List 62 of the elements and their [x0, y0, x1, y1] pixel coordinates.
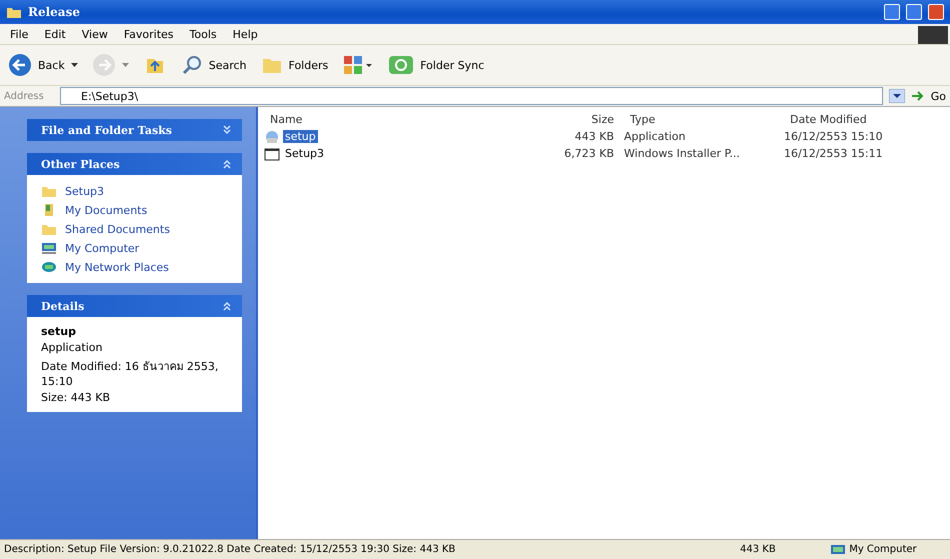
menu-item[interactable]: Favorites	[124, 28, 174, 40]
status-zone: My Computer	[848, 544, 918, 555]
place-link[interactable]: My Computer	[41, 240, 228, 256]
views-button[interactable]	[342, 54, 374, 76]
status-description: Description: Setup File Version: 9.0.21022.8 Date Created: 15/12/2553 19:30 Size: 443 KB	[4, 544, 456, 555]
installer-icon	[264, 146, 280, 162]
column-header[interactable]: Size	[504, 113, 614, 126]
table-cell-text: 6,723 KB	[563, 147, 614, 160]
forward-icon	[92, 53, 116, 77]
dropdown-arrow-icon[interactable]	[888, 89, 905, 103]
menu-item[interactable]: File	[10, 28, 28, 40]
go-button[interactable]: Go	[910, 90, 946, 102]
place-link[interactable]: Setup3	[41, 183, 228, 199]
table-cell-text: 16/12/2553 15:11	[784, 147, 884, 160]
dropdown-arrow-icon	[70, 63, 78, 67]
back-icon	[8, 53, 32, 77]
dropdown-arrow-icon	[122, 63, 129, 67]
panel-header[interactable]: Other Places	[27, 153, 242, 175]
chevron-icon	[222, 301, 232, 311]
table-cell-text: 443 KB	[574, 130, 614, 143]
application-icon	[264, 128, 280, 144]
file-name[interactable]: setup	[283, 130, 318, 143]
computer-icon	[830, 544, 846, 556]
menu-item[interactable]: Edit	[44, 28, 66, 40]
place-link[interactable]: My Network Places	[41, 259, 228, 275]
sync-button[interactable]: Folder Sync	[388, 54, 484, 76]
file-name[interactable]: Setup3	[283, 147, 326, 160]
table-cell-text: Windows Installer P...	[624, 147, 741, 160]
status-size: 443 KB	[740, 544, 777, 555]
sync-icon	[388, 54, 414, 76]
detail-name: setup	[41, 325, 77, 338]
views-icon	[342, 54, 374, 76]
minimize-button[interactable]	[884, 4, 900, 20]
panel-header[interactable]: File and Folder Tasks	[27, 119, 242, 141]
menu-item[interactable]: Tools	[190, 28, 217, 40]
detail-date: Date Modified: 16 ธันวาคม 2553, 15:10	[41, 359, 220, 388]
close-button[interactable]	[928, 4, 944, 20]
menu-item[interactable]: Help	[232, 28, 258, 40]
maximize-button[interactable]	[906, 4, 922, 20]
detail-size: Size: 443 KB	[41, 391, 112, 404]
table-cell-text: 16/12/2553 15:10	[784, 130, 884, 143]
folders-button[interactable]: Folders	[260, 54, 328, 76]
computer-icon	[41, 240, 57, 256]
address-label: Address	[4, 90, 45, 102]
window-title: Release	[28, 5, 81, 19]
column-header[interactable]: Date Modified	[784, 113, 944, 126]
panel-header[interactable]: Details	[27, 295, 242, 317]
detail-type: Application	[41, 341, 104, 354]
table-cell-text: Application	[624, 130, 686, 143]
search-button[interactable]: Search	[180, 54, 247, 76]
back-button[interactable]: Back	[8, 53, 78, 77]
chevron-icon	[222, 159, 232, 169]
network-icon	[41, 259, 57, 275]
menu-item[interactable]: View	[82, 28, 108, 40]
place-link[interactable]: My Documents	[41, 202, 228, 218]
chevron-icon	[222, 125, 232, 135]
column-header[interactable]: Name	[264, 113, 494, 126]
place-link[interactable]: Shared Documents	[41, 221, 228, 237]
address-field[interactable]: E:\Setup3\	[60, 87, 883, 105]
arrow-icon	[910, 90, 925, 102]
search-icon	[180, 54, 203, 76]
column-header[interactable]: Type	[624, 113, 774, 126]
